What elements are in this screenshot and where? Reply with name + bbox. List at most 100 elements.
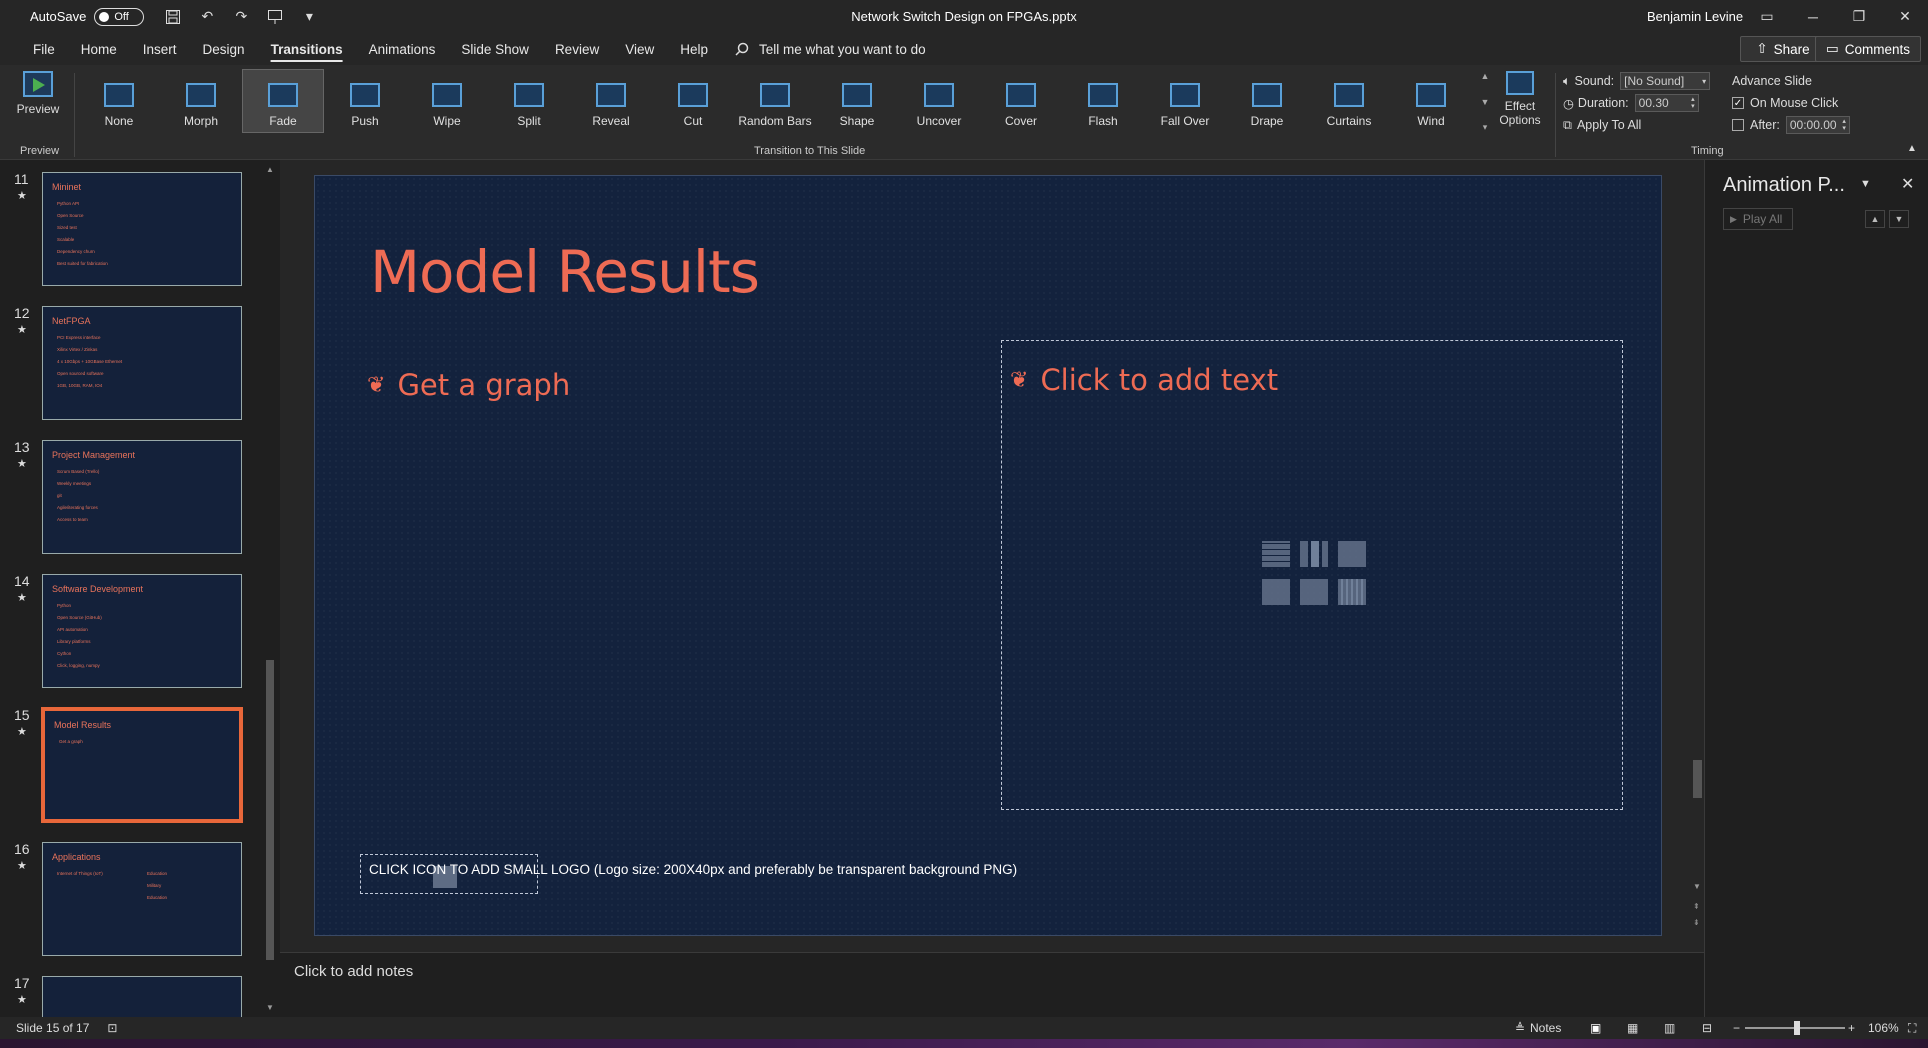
previous-slide-icon[interactable]: ⇞ xyxy=(1693,902,1700,911)
slide-scrollbar[interactable]: ▼ ⇞ ⇟ xyxy=(1690,160,1704,952)
current-slide[interactable]: Model Results ❦ Get a graph ❦ Click to a… xyxy=(314,175,1662,936)
gallery-down-icon[interactable]: ▼ xyxy=(1481,97,1490,107)
slide-thumbnail-13[interactable]: 13 ★ Project Management Scrum Based (Trello… xyxy=(0,439,260,557)
zoom-slider-thumb[interactable] xyxy=(1794,1021,1800,1035)
tab-slide-show[interactable]: Slide Show xyxy=(448,33,542,65)
transition-wind[interactable]: Wind xyxy=(1390,69,1472,133)
apply-all-button[interactable]: ⧉ Apply To All xyxy=(1563,114,1710,136)
restore-icon[interactable]: ❐ xyxy=(1836,0,1882,33)
insert-smartart-icon[interactable] xyxy=(1338,541,1366,567)
tab-transitions[interactable]: Transitions xyxy=(258,33,356,65)
close-window-icon[interactable]: ✕ xyxy=(1882,0,1928,33)
transition-fade[interactable]: Fade xyxy=(242,69,324,133)
scrollbar-thumb[interactable] xyxy=(1693,760,1702,798)
slide-thumbnail-16[interactable]: 16 ★ Applications Internet of Things (IoT) E… xyxy=(0,841,260,959)
tab-insert[interactable]: Insert xyxy=(130,33,190,65)
move-up-icon[interactable]: ▲ xyxy=(1865,210,1885,228)
left-content-placeholder[interactable]: ❦ Get a graph xyxy=(367,368,570,402)
tab-animations[interactable]: Animations xyxy=(356,33,449,65)
transition-curtains[interactable]: Curtains xyxy=(1308,69,1390,133)
transition-cover[interactable]: Cover xyxy=(980,69,1062,133)
share-button[interactable]: ⇧ Share xyxy=(1740,36,1826,62)
scroll-down-icon[interactable]: ▼ xyxy=(1693,882,1701,891)
notes-placeholder[interactable]: Click to add notes xyxy=(294,963,413,980)
transition-split[interactable]: Split xyxy=(488,69,570,133)
reading-view-icon[interactable]: ▥ xyxy=(1664,1021,1675,1035)
slide-thumbnail-11[interactable]: 11 ★ Mininet Python API Open Source Sized tes… xyxy=(0,171,260,289)
scrollbar-thumb[interactable] xyxy=(266,660,274,960)
transition-morph[interactable]: Morph xyxy=(160,69,242,133)
after-input[interactable]: 00:00.00 ▴ ▾ xyxy=(1785,116,1850,134)
tab-help[interactable]: Help xyxy=(667,33,721,65)
insert-online-picture-icon[interactable] xyxy=(1300,579,1328,605)
scroll-down-icon[interactable]: ▼ xyxy=(264,1003,276,1012)
present-icon[interactable] xyxy=(266,8,284,26)
transition-wipe[interactable]: Wipe xyxy=(406,69,488,133)
move-down-icon[interactable]: ▼ xyxy=(1889,210,1909,228)
slide-preview[interactable]: Project Management Scrum Based (Trello) We… xyxy=(42,440,242,554)
close-pane-icon[interactable]: ✕ xyxy=(1901,174,1914,194)
on-mouse-click-checkbox[interactable]: ✓ xyxy=(1732,97,1744,109)
pane-options-icon[interactable]: ▼ xyxy=(1860,178,1871,190)
customize-qat-icon[interactable]: ▾ xyxy=(300,8,318,26)
minimize-icon[interactable]: ─ xyxy=(1790,0,1836,33)
insert-table-icon[interactable] xyxy=(1262,541,1290,567)
transition-none[interactable]: None xyxy=(78,69,160,133)
comments-button[interactable]: ▭ Comments xyxy=(1815,36,1921,62)
play-all-button[interactable]: ▶ Play All xyxy=(1723,208,1793,230)
slide-thumbnail-12[interactable]: 12 ★ NetFPGA PCI Express interface Xilinx Vi… xyxy=(0,305,260,423)
transition-push[interactable]: Push xyxy=(324,69,406,133)
transition-shape[interactable]: Shape xyxy=(816,69,898,133)
tab-design[interactable]: Design xyxy=(190,33,258,65)
sound-select[interactable]: [No Sound] ▾ xyxy=(1620,72,1711,90)
undo-icon[interactable]: ↶ xyxy=(198,8,216,26)
right-content-placeholder[interactable]: ❦ Click to add text xyxy=(1001,340,1623,810)
transition-random-bars[interactable]: Random Bars xyxy=(734,69,816,133)
scroll-up-icon[interactable]: ▲ xyxy=(264,165,276,174)
tab-view[interactable]: View xyxy=(612,33,667,65)
redo-icon[interactable]: ↷ xyxy=(232,8,250,26)
slide-thumbnail-14[interactable]: 14 ★ Software Development Python Open Source… xyxy=(0,573,260,691)
transition-cut[interactable]: Cut xyxy=(652,69,734,133)
zoom-in-icon[interactable]: + xyxy=(1848,1021,1855,1035)
transition-drape[interactable]: Drape xyxy=(1226,69,1308,133)
user-name[interactable]: Benjamin Levine xyxy=(1647,9,1743,24)
notes-toggle-icon[interactable]: ≜ xyxy=(1515,1021,1525,1035)
thumbnail-scrollbar[interactable]: ▲ ▼ xyxy=(264,165,276,1017)
preview-button[interactable]: Preview xyxy=(8,71,68,141)
gallery-more-icon[interactable]: ▾ xyxy=(1483,122,1488,133)
transition-fall-over[interactable]: Fall Over xyxy=(1144,69,1226,133)
insert-video-icon[interactable] xyxy=(1338,579,1366,605)
save-icon[interactable] xyxy=(164,8,182,26)
on-mouse-click-row[interactable]: ✓ On Mouse Click xyxy=(1732,92,1850,114)
effect-options-button[interactable]: Effect Options xyxy=(1496,71,1544,139)
zoom-out-icon[interactable]: − xyxy=(1733,1021,1740,1035)
transition-flash[interactable]: Flash xyxy=(1062,69,1144,133)
tab-file[interactable]: File xyxy=(20,33,68,65)
slideshow-view-icon[interactable]: ⊟ xyxy=(1702,1021,1712,1035)
duration-input[interactable]: 00.30 ▴ ▾ xyxy=(1634,94,1699,112)
insert-picture-icon[interactable] xyxy=(1262,579,1290,605)
tell-me-box[interactable]: Tell me what you want to do xyxy=(735,42,926,57)
slide-preview[interactable]: Software Development Python Open Source (G… xyxy=(42,574,242,688)
normal-view-icon[interactable]: ▣ xyxy=(1590,1021,1601,1035)
fit-slide-icon[interactable]: ⛶ xyxy=(1908,1021,1916,1036)
slide-preview[interactable]: Mininet Python API Open Source Sized test Sc… xyxy=(42,172,242,286)
zoom-level[interactable]: 106% xyxy=(1868,1021,1899,1035)
slide-preview[interactable]: NetFPGA PCI Express interface Xilinx Virte… xyxy=(42,306,242,420)
transition-uncover[interactable]: Uncover xyxy=(898,69,980,133)
gallery-up-icon[interactable]: ▲ xyxy=(1481,71,1490,81)
slide-sorter-icon[interactable]: ▦ xyxy=(1627,1021,1638,1035)
slide-preview[interactable]: Model Results Get a graph xyxy=(41,707,243,823)
tab-home[interactable]: Home xyxy=(68,33,130,65)
collapse-ribbon-icon[interactable]: ▲ xyxy=(1907,143,1917,154)
insert-chart-icon[interactable] xyxy=(1300,541,1328,567)
tab-review[interactable]: Review xyxy=(542,33,612,65)
accessibility-icon[interactable]: ⊡ xyxy=(107,1021,117,1035)
slide-thumbnail-15[interactable]: 15 ★ Model Results Get a graph xyxy=(0,707,260,825)
notes-toggle-label[interactable]: Notes xyxy=(1530,1021,1561,1035)
ribbon-display-icon[interactable]: ▭ xyxy=(1744,0,1790,33)
autosave-toggle[interactable]: Off xyxy=(94,7,145,26)
slide-title[interactable]: Model Results xyxy=(370,238,760,306)
next-slide-icon[interactable]: ⇟ xyxy=(1693,918,1700,927)
